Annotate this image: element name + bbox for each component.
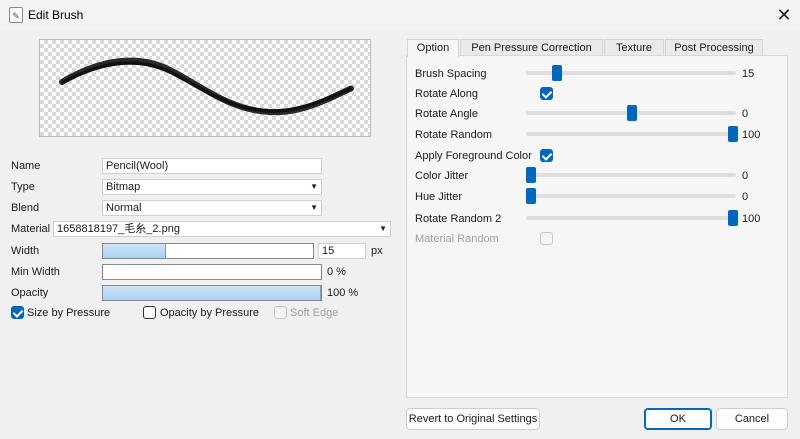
rotate-random-2-label: Rotate Random 2 (415, 213, 502, 225)
rotate-random-value: 100 (742, 129, 761, 141)
soft-edge-checkbox (274, 306, 287, 319)
name-label: Name (11, 160, 41, 172)
checkmark-icon (541, 150, 553, 161)
size-by-pressure-checkbox[interactable] (11, 306, 24, 319)
blend-label: Blend (11, 202, 40, 214)
opacity-slider-fill (103, 286, 321, 300)
color-jitter-value: 0 (742, 170, 749, 182)
width-label: Width (11, 245, 40, 257)
tab-post-processing[interactable]: Post Processing (665, 39, 763, 56)
min-width-value: 0 % (327, 266, 346, 278)
close-icon[interactable]: ✕ (772, 4, 796, 26)
rotate-along-label: Rotate Along (415, 88, 478, 100)
opacity-by-pressure-checkbox[interactable] (143, 306, 156, 319)
rotate-angle-thumb[interactable] (627, 105, 637, 121)
ok-button[interactable]: OK (644, 408, 712, 430)
rotate-random-track[interactable] (526, 132, 736, 136)
width-unit: px (371, 245, 383, 257)
brush-spacing-label: Brush Spacing (415, 68, 487, 80)
brush-app-icon: ✎ (9, 7, 23, 23)
rotate-angle-label: Rotate Angle (415, 108, 478, 120)
type-value: Bitmap (106, 181, 141, 193)
material-random-label: Material Random (415, 233, 499, 245)
size-by-pressure-label: Size by Pressure (27, 307, 111, 319)
brush-spacing-thumb[interactable] (552, 65, 562, 81)
checkmark-icon (12, 307, 24, 318)
blend-select[interactable]: Normal ▼ (102, 200, 322, 216)
type-select[interactable]: Bitmap ▼ (102, 179, 322, 195)
hue-jitter-label: Hue Jitter (415, 191, 463, 203)
color-jitter-track[interactable] (526, 173, 736, 177)
material-label: Material (11, 223, 51, 235)
rotate-random-2-value: 100 (742, 213, 761, 225)
rotate-random-label: Rotate Random (415, 129, 493, 141)
brush-spacing-value: 15 (742, 68, 755, 80)
material-select[interactable]: 1658818197_毛糸_2.png ▼ (53, 221, 391, 237)
name-field[interactable]: Pencil(Wool) (102, 158, 322, 174)
opacity-by-pressure-label: Opacity by Pressure (160, 307, 260, 319)
cancel-button[interactable]: Cancel (716, 408, 788, 430)
min-width-label: Min Width (11, 266, 60, 278)
tab-texture[interactable]: Texture (604, 39, 664, 56)
rotate-along-checkbox[interactable] (540, 87, 553, 100)
width-input[interactable]: 15 (318, 243, 366, 259)
revert-button[interactable]: Revert to Original Settings (406, 408, 540, 430)
rotate-angle-value: 0 (742, 108, 749, 120)
title-bar (0, 0, 800, 30)
tab-option[interactable]: Option (407, 39, 459, 57)
apply-foreground-color-label: Apply Foreground Color (415, 150, 532, 162)
opacity-label: Opacity (11, 287, 49, 299)
rotate-random-2-thumb[interactable] (728, 210, 738, 226)
opacity-slider[interactable] (102, 285, 322, 301)
option-panel (406, 55, 788, 398)
soft-edge-label: Soft Edge (290, 307, 339, 319)
material-value: 1658818197_毛糸_2.png (57, 223, 180, 235)
material-random-checkbox (540, 232, 553, 245)
color-jitter-thumb[interactable] (526, 167, 536, 183)
hue-jitter-value: 0 (742, 191, 749, 203)
min-width-slider[interactable] (102, 264, 322, 280)
hue-jitter-track[interactable] (526, 194, 736, 198)
rotate-random-thumb[interactable] (728, 126, 738, 142)
window-title: Edit Brush (28, 8, 84, 22)
apply-foreground-color-checkbox[interactable] (540, 149, 553, 162)
brush-preview (39, 39, 371, 137)
blend-value: Normal (106, 202, 142, 214)
dropdown-arrow-icon: ▼ (310, 203, 318, 212)
dropdown-arrow-icon: ▼ (310, 182, 318, 191)
dropdown-arrow-icon: ▼ (379, 224, 387, 233)
rotate-random-2-track[interactable] (526, 216, 736, 220)
tab-pen-pressure-correction[interactable]: Pen Pressure Correction (460, 39, 603, 56)
brush-stroke-preview (59, 57, 355, 116)
type-label: Type (11, 181, 35, 193)
width-slider[interactable] (102, 243, 314, 259)
opacity-value: 100 % (327, 287, 359, 299)
checkmark-icon (541, 88, 553, 99)
color-jitter-label: Color Jitter (415, 170, 469, 182)
hue-jitter-thumb[interactable] (526, 188, 536, 204)
width-slider-fill (103, 244, 166, 258)
